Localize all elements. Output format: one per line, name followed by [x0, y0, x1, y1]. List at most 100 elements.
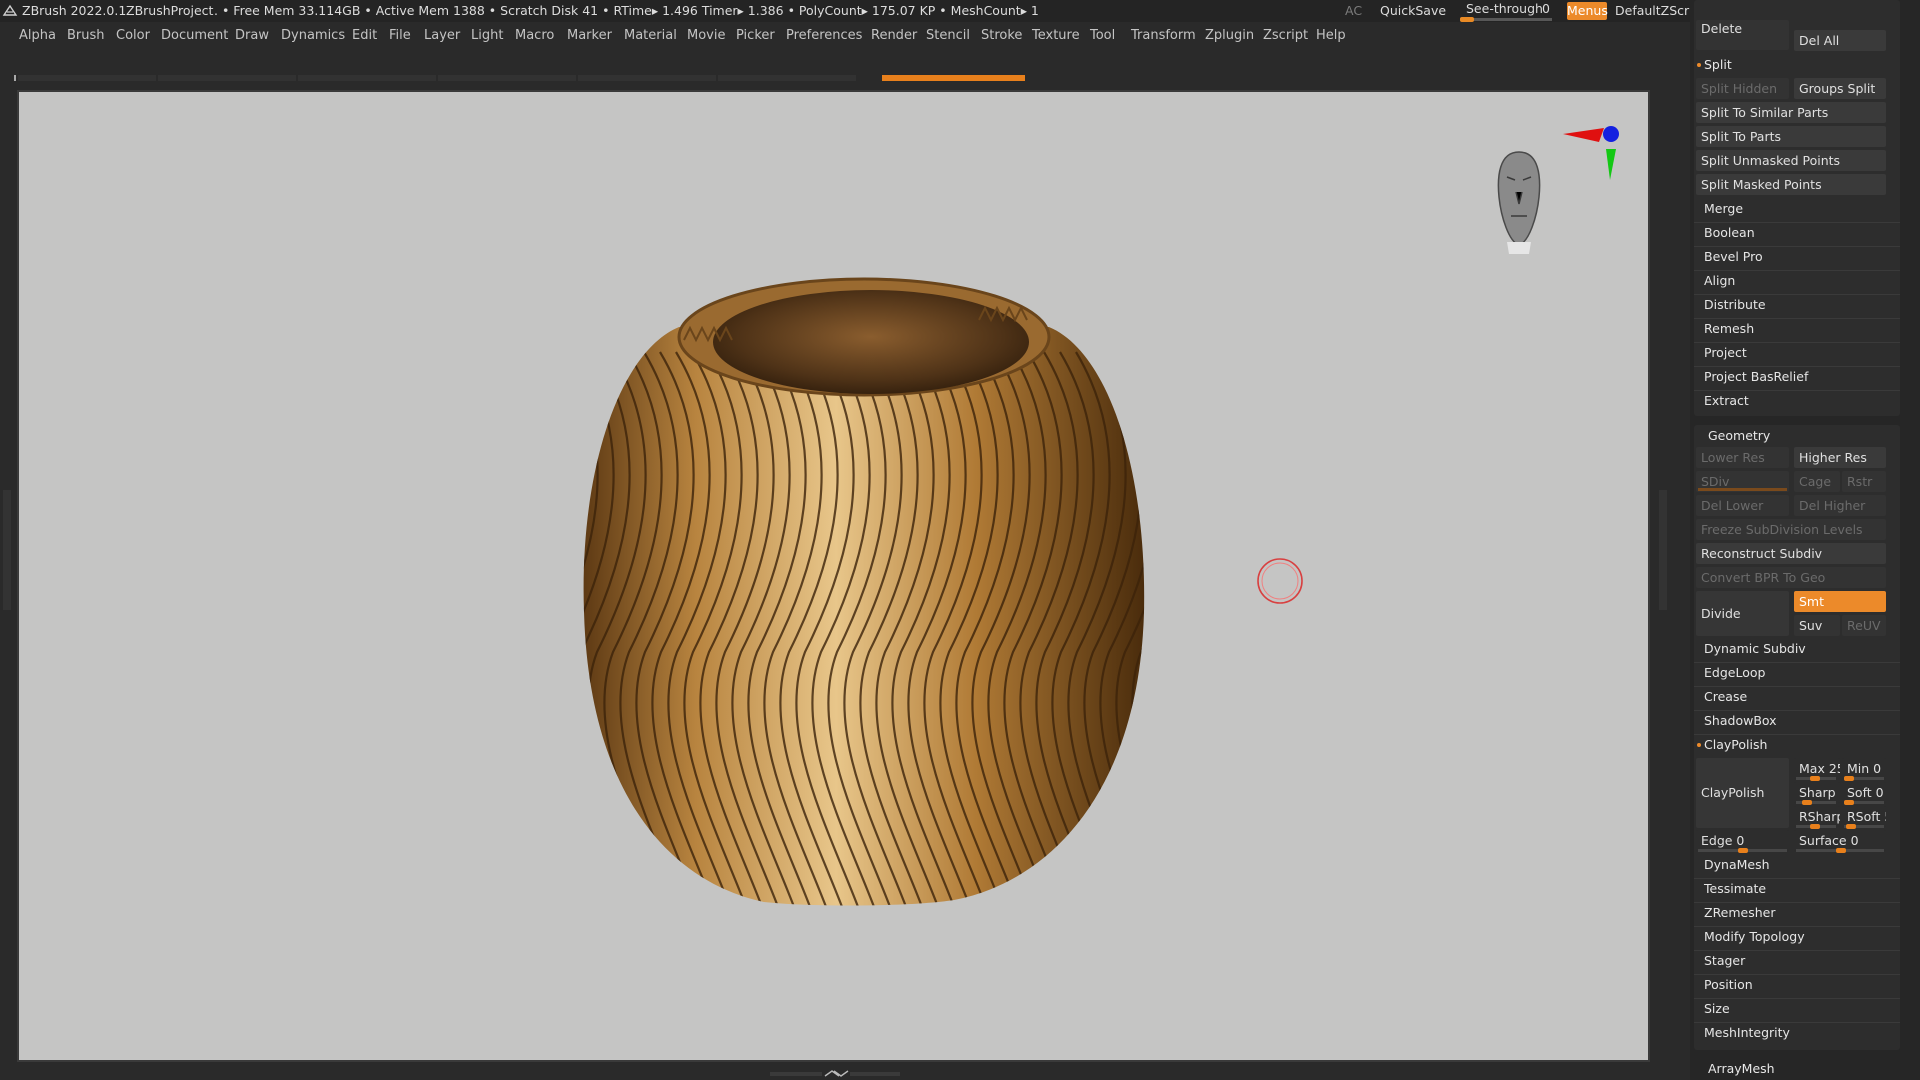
modify-topology-section[interactable]: Modify Topology [1704, 927, 1805, 947]
strip-segment[interactable] [298, 75, 436, 81]
menu-zplugin[interactable]: Zplugin [1205, 28, 1254, 43]
project-name[interactable]: ZBrushProject [126, 3, 213, 18]
divide-button[interactable]: Divide [1696, 591, 1789, 636]
min-track[interactable] [1844, 776, 1884, 781]
menu-transform[interactable]: Transform [1131, 28, 1196, 43]
project-section[interactable]: Project [1704, 343, 1747, 363]
canvas-viewport[interactable] [17, 90, 1650, 1062]
higher-res-button[interactable]: Higher Res [1794, 447, 1886, 468]
menu-layer[interactable]: Layer [424, 28, 460, 43]
right-tray-handle[interactable] [1659, 490, 1667, 610]
zbrush-logo-icon[interactable] [2, 3, 18, 19]
slider-thumb[interactable] [1846, 824, 1856, 829]
menu-dynamics[interactable]: Dynamics [281, 28, 345, 43]
dynamesh-section[interactable]: DynaMesh [1704, 855, 1770, 875]
smt-toggle[interactable]: Smt [1794, 591, 1886, 612]
menu-alpha[interactable]: Alpha [19, 28, 56, 43]
bottom-tray-handle[interactable] [770, 1070, 900, 1078]
slider-thumb[interactable] [1844, 800, 1854, 805]
split-masked-button[interactable]: Split Masked Points [1696, 174, 1886, 195]
strip-segment[interactable] [158, 75, 296, 81]
menu-render[interactable]: Render [871, 28, 917, 43]
claypolish-button[interactable]: ClayPolish [1696, 758, 1789, 828]
split-parts-button[interactable]: Split To Parts [1696, 126, 1886, 147]
menu-preferences[interactable]: Preferences [786, 28, 862, 43]
rsharp-track[interactable] [1796, 824, 1836, 829]
menu-tool[interactable]: Tool [1090, 28, 1115, 43]
menus-button[interactable]: Menus [1567, 2, 1608, 20]
position-section[interactable]: Position [1704, 975, 1753, 995]
strip-segment[interactable] [18, 75, 156, 81]
sharp-track[interactable] [1796, 800, 1836, 805]
project-basrelief-section[interactable]: Project BasRelief [1704, 367, 1808, 387]
claypolish-header[interactable]: ClayPolish [1696, 735, 1767, 755]
menu-brush[interactable]: Brush [67, 28, 105, 43]
menu-marker[interactable]: Marker [567, 28, 612, 43]
menu-movie[interactable]: Movie [687, 28, 725, 43]
dynamic-subdiv-section[interactable]: Dynamic Subdiv [1704, 639, 1806, 659]
geometry-header[interactable]: Geometry [1708, 426, 1770, 446]
groups-split-button[interactable]: Groups Split [1794, 78, 1886, 99]
extract-section[interactable]: Extract [1704, 391, 1749, 411]
menu-light[interactable]: Light [471, 28, 503, 43]
strip-segment[interactable] [578, 75, 716, 81]
split-unmasked-button[interactable]: Split Unmasked Points [1696, 150, 1886, 171]
navigation-head-gizmo[interactable] [1497, 151, 1541, 254]
split-similar-button[interactable]: Split To Similar Parts [1696, 102, 1886, 123]
menu-texture[interactable]: Texture [1032, 28, 1080, 43]
meshintegrity-section[interactable]: MeshIntegrity [1704, 1023, 1790, 1043]
zremesher-section[interactable]: ZRemesher [1704, 903, 1776, 923]
shadowbox-section[interactable]: ShadowBox [1704, 711, 1777, 731]
slider-thumb[interactable] [1738, 848, 1748, 853]
axis-gizmo[interactable] [1563, 126, 1619, 180]
left-tray-handle[interactable] [3, 490, 11, 610]
menu-document[interactable]: Document [161, 28, 228, 43]
ac-toggle[interactable]: AC [1345, 3, 1362, 18]
size-section[interactable]: Size [1704, 999, 1730, 1019]
rsoft-track[interactable] [1844, 824, 1884, 829]
menu-picker[interactable]: Picker [736, 28, 775, 43]
menu-edit[interactable]: Edit [352, 28, 377, 43]
crease-section[interactable]: Crease [1704, 687, 1747, 707]
del-all-button[interactable]: Del All [1794, 30, 1886, 51]
slider-thumb[interactable] [1810, 776, 1820, 781]
merge-section[interactable]: Merge [1704, 199, 1743, 219]
strip-segment-active[interactable] [882, 75, 1025, 81]
max-track[interactable] [1796, 776, 1836, 781]
menu-file[interactable]: File [389, 28, 411, 43]
edge-track[interactable] [1698, 848, 1787, 853]
bevel-pro-section[interactable]: Bevel Pro [1704, 247, 1763, 267]
sharp-slider[interactable]: Sharp [1794, 782, 1840, 803]
vase-mesh[interactable] [316, 277, 1244, 912]
see-through-label[interactable]: See-through [1466, 1, 1543, 16]
menu-material[interactable]: Material [624, 28, 677, 43]
align-section[interactable]: Align [1704, 271, 1735, 291]
menu-draw[interactable]: Draw [235, 28, 269, 43]
slider-thumb[interactable] [1844, 776, 1854, 781]
remesh-section[interactable]: Remesh [1704, 319, 1754, 339]
menu-zscript[interactable]: Zscript [1263, 28, 1308, 43]
menu-help[interactable]: Help [1316, 28, 1346, 43]
reconstruct-subdiv-button[interactable]: Reconstruct Subdiv [1696, 543, 1886, 564]
soft-track[interactable] [1844, 800, 1884, 805]
boolean-section[interactable]: Boolean [1704, 223, 1755, 243]
edgeloop-section[interactable]: EdgeLoop [1704, 663, 1765, 683]
slider-thumb[interactable] [1836, 848, 1846, 853]
tessimate-section[interactable]: Tessimate [1704, 879, 1766, 899]
quicksave-button[interactable]: QuickSave [1380, 3, 1446, 18]
distribute-section[interactable]: Distribute [1704, 295, 1766, 315]
slider-thumb[interactable] [1810, 824, 1820, 829]
strip-segment[interactable] [718, 75, 856, 81]
suv-toggle[interactable]: Suv [1794, 615, 1840, 636]
see-through-slider[interactable] [1460, 17, 1552, 22]
slider-thumb[interactable] [1802, 800, 1812, 805]
strip-segment[interactable] [438, 75, 576, 81]
stager-section[interactable]: Stager [1704, 951, 1745, 971]
menu-stencil[interactable]: Stencil [926, 28, 970, 43]
menu-macro[interactable]: Macro [515, 28, 554, 43]
delete-button[interactable]: Delete [1696, 20, 1789, 50]
split-header[interactable]: Split [1697, 55, 1732, 75]
menu-stroke[interactable]: Stroke [981, 28, 1022, 43]
arraymesh-header[interactable]: ArrayMesh [1708, 1059, 1775, 1079]
sdiv-track[interactable] [1698, 488, 1787, 491]
